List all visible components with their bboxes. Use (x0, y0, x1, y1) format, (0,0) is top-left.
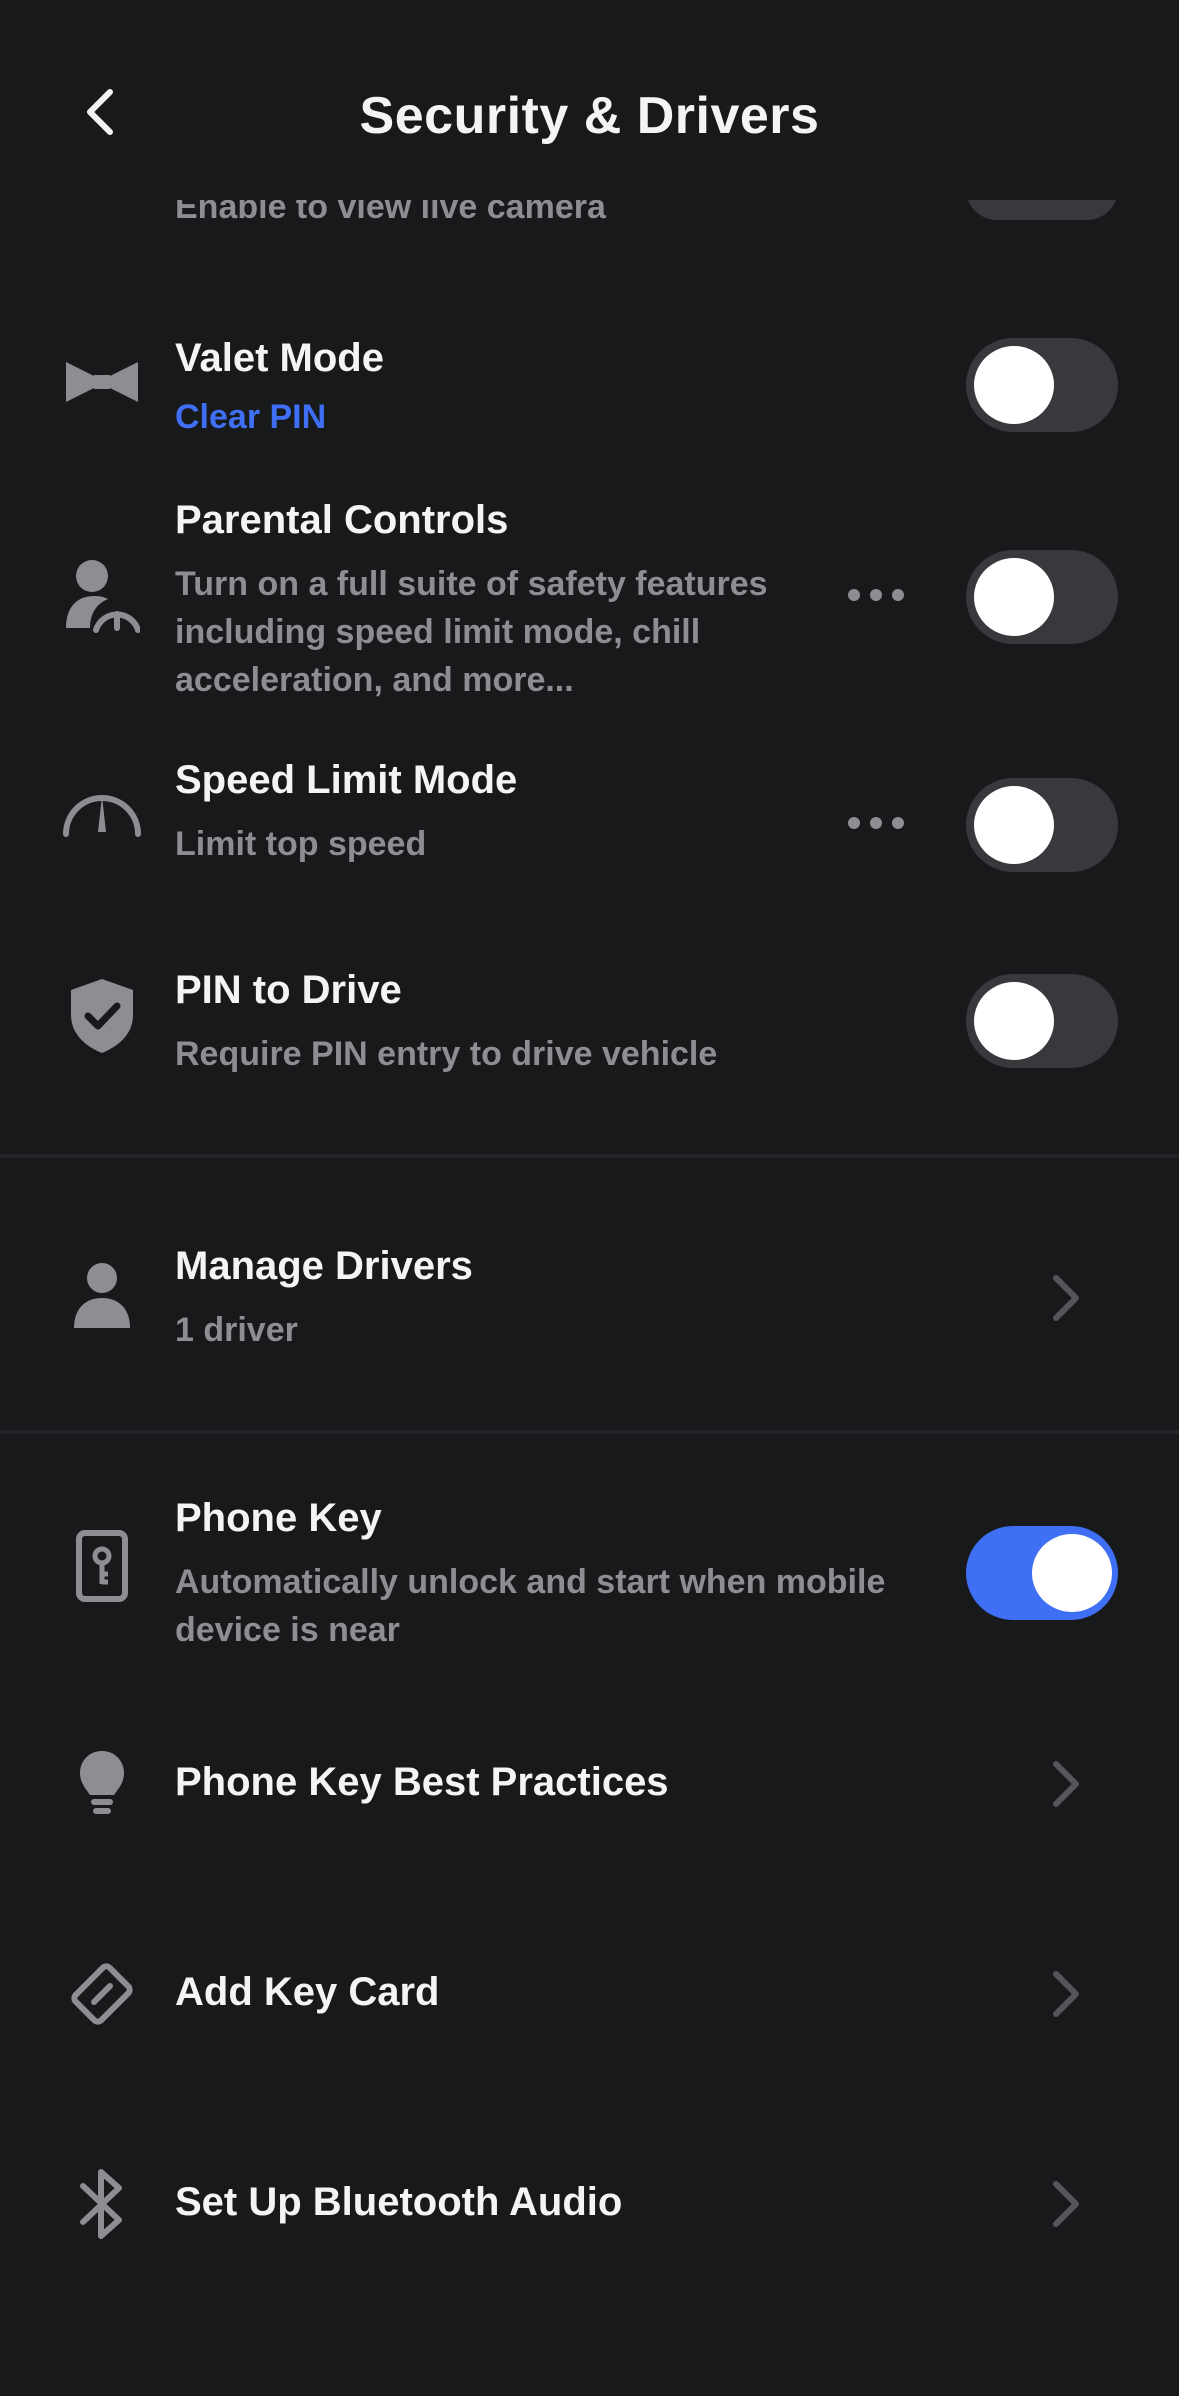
dot (892, 589, 904, 601)
toggle-knob (974, 346, 1054, 424)
dot (870, 589, 882, 601)
pin-to-drive-subtitle: Require PIN entry to drive vehicle (175, 1035, 718, 1073)
chevron-right-icon (1053, 1275, 1079, 1321)
parental-controls-toggle[interactable] (966, 550, 1118, 644)
section-divider (0, 1430, 1179, 1434)
pin-to-drive-row: PIN to Drive Require PIN entry to drive … (0, 968, 1179, 1088)
chevron-right-icon (1053, 1761, 1079, 1807)
pin-to-drive-toggle[interactable] (966, 974, 1118, 1068)
manage-drivers-title: Manage Drivers (175, 1244, 473, 1288)
phone-key-subtitle: Automatically unlock and start when mobi… (175, 1563, 886, 1649)
toggle-knob (974, 786, 1054, 864)
phone-key-best-practices-row[interactable]: Phone Key Best Practices (0, 1736, 1179, 1836)
speed-limit-more-button[interactable] (848, 808, 904, 838)
bluetooth-icon (54, 2156, 150, 2252)
valet-mode-row: Valet Mode Clear PIN (0, 330, 1179, 450)
manage-drivers-row[interactable]: Manage Drivers 1 driver (0, 1244, 1179, 1364)
parental-controls-row: Parental Controls Turn on a full suite o… (0, 498, 1179, 708)
toggle-knob (974, 982, 1054, 1060)
phone-key-title: Phone Key (175, 1496, 382, 1540)
chevron-right-icon (1053, 2181, 1079, 2227)
pin-to-drive-title: PIN to Drive (175, 968, 402, 1012)
dot (870, 817, 882, 829)
security-drivers-screen: Enable to view live camera Security & Dr… (0, 0, 1179, 2396)
speed-limit-mode-row: Speed Limit Mode Limit top speed (0, 758, 1179, 878)
person-icon (54, 1248, 150, 1344)
phone-key-best-practices-title: Phone Key Best Practices (175, 1760, 669, 1804)
speedometer-icon (54, 760, 150, 856)
person-gauge-icon (54, 548, 150, 644)
bluetooth-audio-row[interactable]: Set Up Bluetooth Audio (0, 2156, 1179, 2256)
page-title: Security & Drivers (359, 87, 820, 145)
bowtie-icon (54, 330, 150, 434)
dot (848, 817, 860, 829)
dot (848, 589, 860, 601)
lightbulb-icon (54, 1736, 150, 1832)
speed-limit-mode-title: Speed Limit Mode (175, 758, 518, 802)
section-divider (0, 1154, 1179, 1158)
parental-controls-subtitle: Turn on a full suite of safety features … (175, 565, 768, 699)
chevron-right-icon (1053, 1971, 1079, 2017)
parental-controls-title: Parental Controls (175, 498, 509, 542)
header: Security & Drivers (0, 0, 1179, 200)
key-card-icon (54, 1946, 150, 2042)
valet-mode-toggle[interactable] (966, 338, 1118, 432)
speed-limit-mode-subtitle: Limit top speed (175, 825, 427, 863)
manage-drivers-subtitle: 1 driver (175, 1311, 298, 1349)
speed-limit-mode-toggle[interactable] (966, 778, 1118, 872)
phone-key-toggle[interactable] (966, 1526, 1118, 1620)
phone-key-row: Phone Key Automatically unlock and start… (0, 1496, 1179, 1666)
shield-check-icon (54, 968, 150, 1064)
add-key-card-title: Add Key Card (175, 1970, 440, 2014)
dot (892, 817, 904, 829)
parental-controls-more-button[interactable] (848, 580, 904, 610)
bluetooth-audio-title: Set Up Bluetooth Audio (175, 2180, 623, 2224)
toggle-knob (1032, 1534, 1112, 1612)
phone-key-icon (54, 1518, 150, 1614)
add-key-card-row[interactable]: Add Key Card (0, 1946, 1179, 2046)
clear-pin-link[interactable]: Clear PIN (175, 398, 326, 437)
valet-mode-title: Valet Mode (175, 336, 384, 380)
toggle-knob (974, 558, 1054, 636)
